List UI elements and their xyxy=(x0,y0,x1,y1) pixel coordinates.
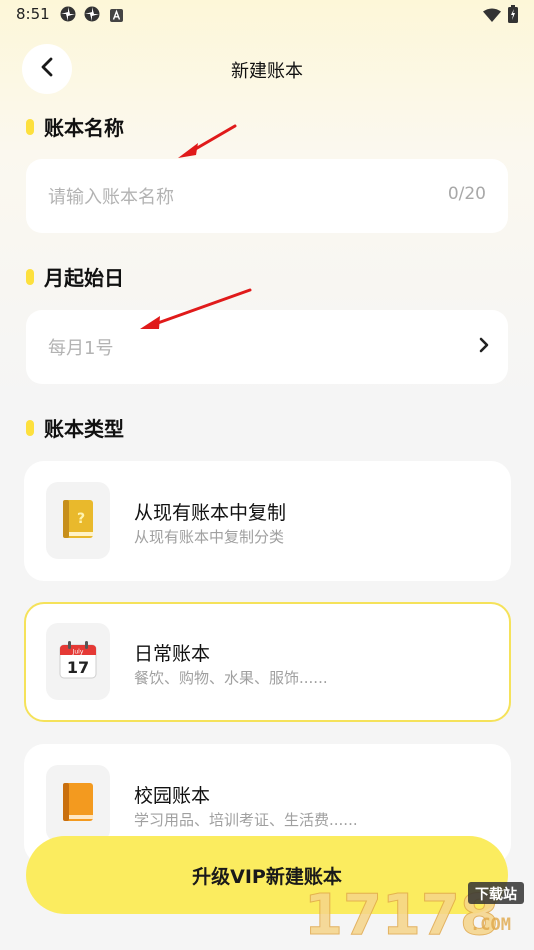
watermark-suffix: .COM xyxy=(470,915,511,935)
annotation-arrows xyxy=(140,124,252,329)
annotation-arrow-start-day xyxy=(140,288,252,329)
annotation-arrow-name xyxy=(178,124,237,158)
watermark-tag: 下载站 xyxy=(475,886,517,903)
watermark-logo: 17178 下载站 .COM xyxy=(300,880,530,949)
